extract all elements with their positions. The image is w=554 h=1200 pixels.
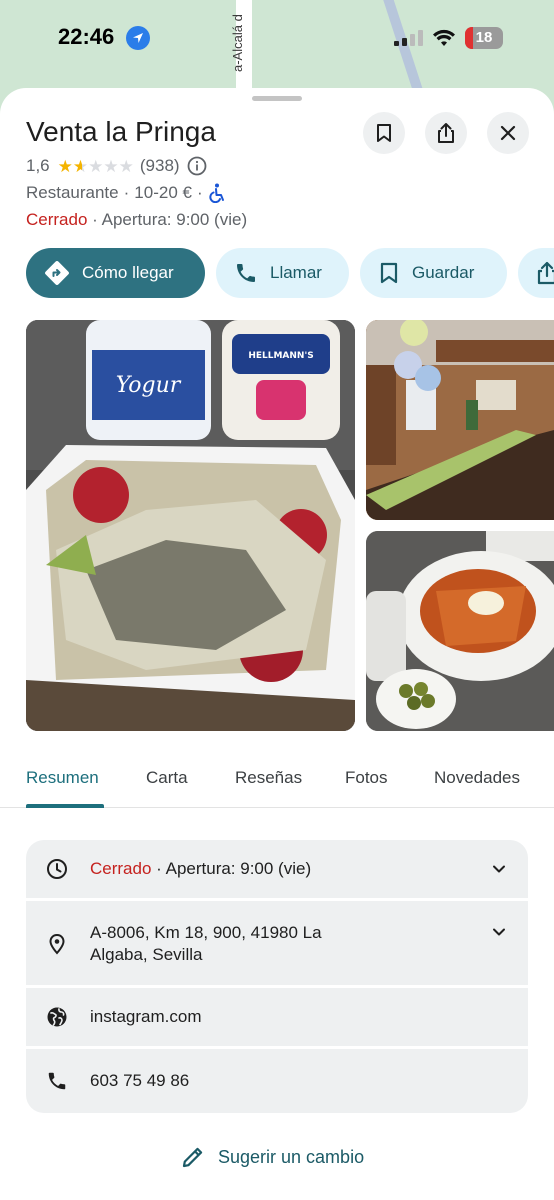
close-button[interactable] — [487, 112, 529, 154]
directions-button[interactable]: Cómo llegar — [26, 248, 205, 298]
pencil-icon — [182, 1147, 203, 1168]
bottle-brand: HELLMANN'S — [248, 351, 313, 361]
wheelchair-accessible-icon — [209, 183, 224, 203]
bookmark-button[interactable] — [363, 112, 405, 154]
phone-row[interactable]: 603 75 49 86 — [26, 1049, 528, 1113]
suggest-edit-label: Sugerir un cambio — [218, 1146, 365, 1167]
place-title: Venta la Pringa — [26, 116, 216, 147]
place-tabs: Resumen Carta Reseñas Fotos Novedades — [0, 748, 554, 808]
phone-icon — [48, 1072, 66, 1090]
info-icon[interactable] — [187, 156, 207, 176]
star-empty-icon: ★ — [118, 156, 134, 176]
tab-resenas[interactable]: Reseñas — [235, 768, 302, 788]
photo-food-salad[interactable]: Yogur HELLMANN'S — [26, 320, 355, 731]
chevron-down-icon — [493, 865, 505, 873]
phone-icon — [237, 264, 255, 282]
place-category: Restaurante — [26, 183, 119, 202]
share-icon — [537, 261, 554, 285]
category-row: Restaurante · 10-20 € · — [26, 183, 226, 203]
clock-icon — [47, 859, 67, 879]
tab-fotos[interactable]: Fotos — [345, 768, 388, 788]
address-line-1: A-8006, Km 18, 900, 41980 La — [90, 923, 322, 942]
star-full-icon: ★ — [57, 156, 73, 176]
address-row[interactable]: A-8006, Km 18, 900, 41980 La Algaba, Sev… — [26, 901, 528, 985]
rating-row[interactable]: 1,6 ★ ★ ★ ★ ★ (938) — [26, 154, 207, 178]
rating-stars: ★ ★ ★ ★ ★ — [58, 158, 134, 175]
share-chip-button[interactable] — [518, 248, 554, 298]
directions-label: Cómo llegar — [82, 263, 174, 282]
website-row[interactable]: instagram.com — [26, 988, 528, 1046]
globe-icon — [47, 1007, 67, 1027]
star-empty-icon: ★ — [103, 156, 119, 176]
sheet-grabber[interactable] — [252, 96, 302, 101]
directions-icon — [45, 261, 69, 285]
info-card: Cerrado · Apertura: 9:00 (vie) A-8006, K… — [26, 840, 528, 1113]
rating-value: 1,6 — [26, 156, 50, 175]
star-half-icon: ★ — [72, 156, 89, 176]
hours-closed-status: Cerrado — [90, 859, 152, 878]
photo-dining-room[interactable] — [366, 320, 554, 520]
hours-opening: · Apertura: 9:00 (vie) — [156, 859, 312, 878]
share-button[interactable] — [425, 112, 467, 154]
phone-number: 603 75 49 86 — [90, 1071, 190, 1090]
hours-row[interactable]: Cerrado · Apertura: 9:00 (vie) — [26, 840, 528, 898]
cellular-signal-icon — [394, 30, 424, 46]
opening-time: · Apertura: 9:00 (vie) — [92, 210, 248, 229]
tab-resumen[interactable]: Resumen — [26, 768, 99, 788]
action-chips: Cómo llegar Llamar Guardar — [26, 248, 554, 298]
save-button[interactable]: Guardar — [360, 248, 507, 298]
open-status-row: Cerrado · Apertura: 9:00 (vie) — [26, 210, 247, 230]
status-time: 22:46 — [58, 24, 115, 49]
save-label: Guardar — [412, 263, 475, 282]
tab-novedades[interactable]: Novedades — [434, 768, 520, 788]
share-icon — [438, 123, 454, 143]
call-label: Llamar — [270, 263, 322, 282]
tab-carta[interactable]: Carta — [146, 768, 188, 788]
call-button[interactable]: Llamar — [216, 248, 349, 298]
price-range: 10-20 € — [134, 183, 192, 202]
location-arrow-icon — [126, 26, 150, 50]
location-pin-icon — [49, 933, 65, 955]
star-empty-icon: ★ — [88, 156, 104, 176]
website-link[interactable]: instagram.com — [90, 1006, 201, 1028]
battery-indicator: 18 — [465, 27, 503, 49]
tab-indicator — [26, 804, 104, 808]
suggest-edit-button[interactable]: Sugerir un cambio — [180, 1144, 364, 1170]
chevron-down-icon — [493, 928, 505, 936]
reviews-count: (938) — [139, 156, 180, 175]
address-line-2: Algaba, Sevilla — [90, 945, 203, 964]
bookmark-icon — [377, 124, 391, 142]
bottle-label: Yogur — [116, 373, 182, 398]
photo-fried-dish[interactable] — [366, 531, 554, 731]
closed-status: Cerrado — [26, 210, 88, 229]
close-icon — [500, 125, 516, 141]
status-bar: 22:46 18 — [0, 0, 554, 76]
bookmark-icon — [380, 262, 398, 284]
wifi-icon — [433, 29, 455, 46]
